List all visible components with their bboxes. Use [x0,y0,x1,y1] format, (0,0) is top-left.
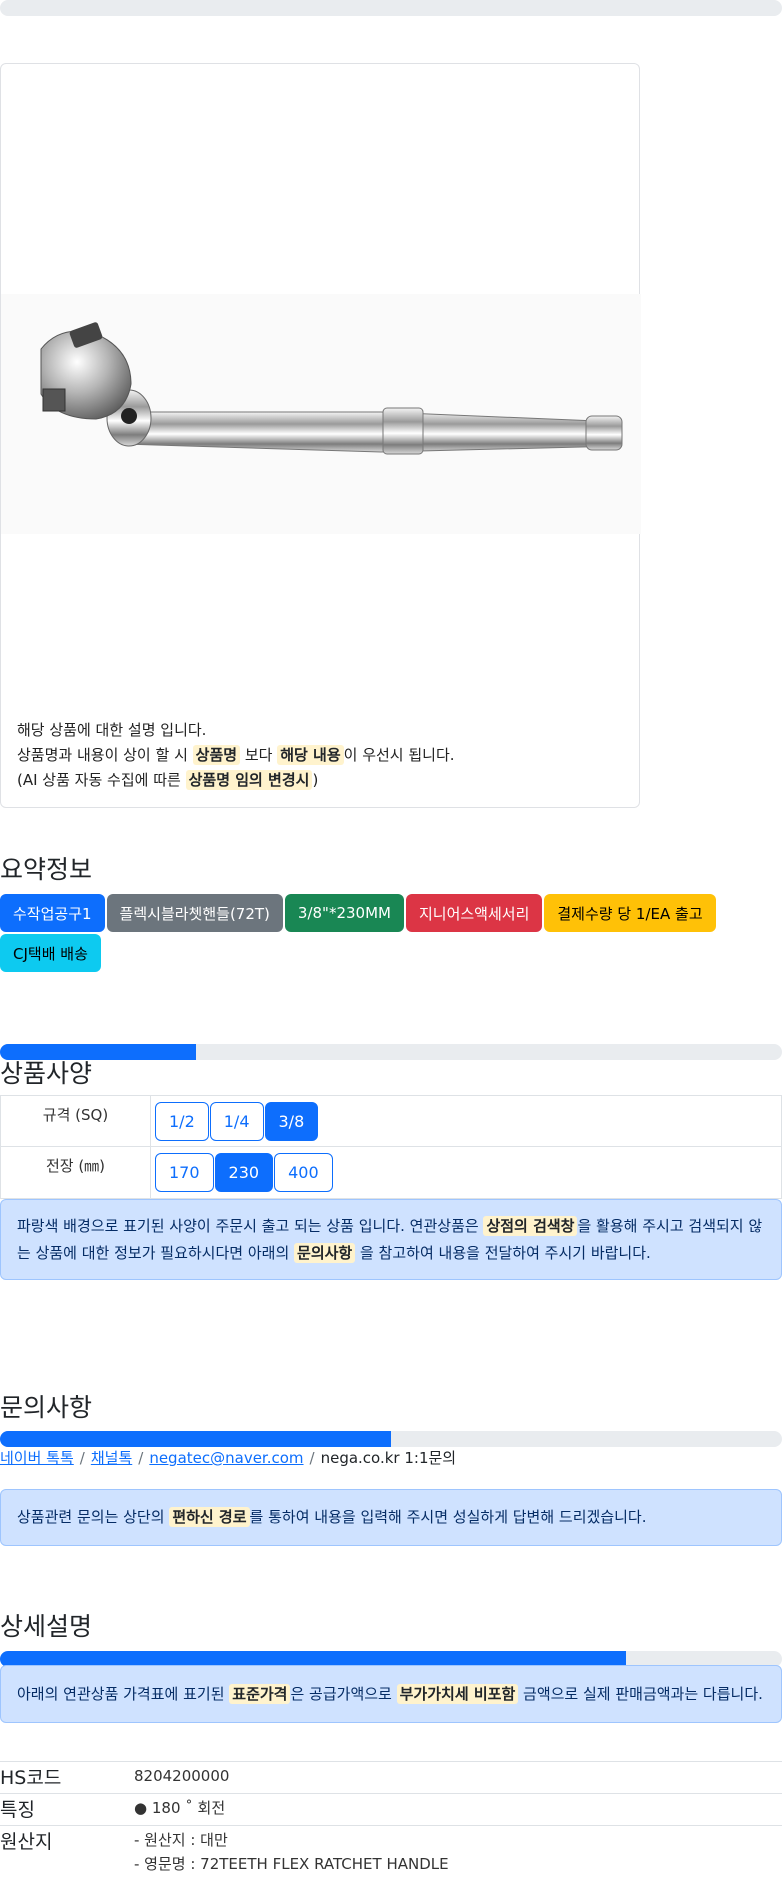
spec-option-button[interactable]: 1/2 [155,1101,209,1141]
site-inquiry-text: nega.co.kr 1:1문의 [320,1449,457,1467]
spec-label: 전장 (㎜) [1,1147,151,1198]
spec-options: 1/2 1/4 3/8 [151,1096,319,1146]
detail-title: 상세설명 [0,1612,93,1641]
spec-option-button[interactable]: 1/4 [209,1101,264,1141]
highlight-search-box: 상점의 검색창 [483,1216,578,1236]
info-row: 특징 ● 180 ˚ 회전 [0,1794,782,1826]
summary-badges: 수작업공구1 플렉시블라쳇핸들(72T) 3/8"*230MM 지니어스액세서리 결제수… [0,894,760,972]
info-value: 8204200000 [134,1762,229,1793]
inquiry-title: 문의사항 [0,1393,93,1422]
desc-line-2: 상품명과 내용이 상이 할 시 상품명 보다 해당 내용 이 우선시 됩니다. [17,745,455,765]
info-key: 특징 [0,1799,35,1821]
summary-badge: 결제수량 당 1/EA 출고 [544,894,716,932]
inquiry-progress-fill [0,1431,391,1447]
info-value-line: 8204200000 [134,1767,230,1785]
spec-title: 상품사양 [0,1059,93,1088]
spec-option-button[interactable]: 230 [214,1153,274,1192]
desc-line-3: (AI 상품 자동 수집에 따른 상품명 임의 변경시) [17,770,319,790]
detail-notice: 아래의 연관상품 가격표에 표기된 표준가격 은 공급가액으로 부가가치세 비포함… [0,1665,782,1723]
summary-badge: CJ택배 배송 [0,934,101,972]
link-separator: / [79,1449,85,1467]
summary-badge: 지니어스액세서리 [405,894,543,932]
ratchet-handle-image [40,322,623,455]
info-value-line: - 영문명 : 72TEETH FLEX RATCHET HANDLE [134,1855,449,1873]
spec-option-button[interactable]: 3/8 [264,1101,319,1141]
product-image [1,294,641,534]
naver-talktalk-link[interactable]: 네이버 톡톡 [0,1449,74,1467]
info-value-line: ● 180 ˚ 회전 [134,1799,226,1817]
highlight-standard-price: 표준가격 [229,1684,291,1704]
channel-talk-link[interactable]: 채널톡 [91,1449,132,1467]
highlight-route: 편하신 경로 [169,1507,250,1527]
summary-title: 요약정보 [0,855,93,884]
product-info-table: HS코드 8204200000 특징 ● 180 ˚ 회전 원산지 - 원산지 : 대만 -… [0,1761,782,1879]
summary-badge: 수작업공구1 [0,894,105,932]
highlight-product-name: 상품명 [192,745,241,765]
top-progress-bar [0,0,782,16]
info-value: - 원산지 : 대만 - 영문명 : 72TEETH FLEX RATCHET H… [134,1826,449,1879]
spec-label: 규격 (SQ) [1,1096,151,1146]
inquiry-links: 네이버 톡톡 / 채널톡 / negatec@naver.com / nega.co.kr … [0,1447,456,1468]
highlight-content: 해당 내용 [277,745,344,765]
summary-badge: 플렉시블라쳇핸들(72T) [106,894,283,932]
info-value-line: - 원산지 : 대만 [134,1831,228,1849]
info-key: 원산지 [0,1831,53,1853]
spec-row: 규격 (SQ) 1/2 1/4 3/8 [1,1096,781,1147]
inquiry-notice: 상품관련 문의는 상단의 편하신 경로 를 통하여 내용을 입력해 주시면 성실하… [0,1489,782,1546]
email-link[interactable]: negatec@naver.com [149,1449,303,1467]
inquiry-progress-bar [0,1431,782,1447]
spec-row: 전장 (㎜) 170 230 400 [1,1147,781,1198]
spec-option-button[interactable]: 170 [155,1153,214,1192]
spec-table: 규격 (SQ) 1/2 1/4 3/8 전장 (㎜) 170 230 400 [0,1095,782,1199]
desc-line-1: 해당 상품에 대한 설명 입니다. [17,721,207,739]
info-row: HS코드 8204200000 [0,1762,782,1794]
highlight-vat: 부가가치세 비포함 [396,1684,519,1704]
spec-progress-bar [0,1044,782,1060]
link-separator: / [138,1449,144,1467]
spec-notice: 파랑색 배경으로 표기된 사양이 주문시 출고 되는 상품 입니다. 연관상품은… [0,1199,782,1280]
highlight-inquiry: 문의사항 [294,1243,356,1263]
info-value: ● 180 ˚ 회전 [134,1794,225,1825]
spec-option-button[interactable]: 400 [274,1153,333,1192]
info-row: 원산지 - 원산지 : 대만 - 영문명 : 72TEETH FLEX RATCHE… [0,1826,782,1879]
link-separator: / [309,1449,315,1467]
highlight-name-change: 상품명 임의 변경시 [185,770,313,790]
spec-options: 170 230 400 [151,1147,334,1198]
info-key: HS코드 [0,1767,62,1789]
summary-badge: 3/8"*230MM [284,894,404,932]
product-description: 해당 상품에 대한 설명 입니다. 상품명과 내용이 상이 할 시 상품명 보다… [17,718,455,793]
product-card: 해당 상품에 대한 설명 입니다. 상품명과 내용이 상이 할 시 상품명 보다… [0,63,641,808]
